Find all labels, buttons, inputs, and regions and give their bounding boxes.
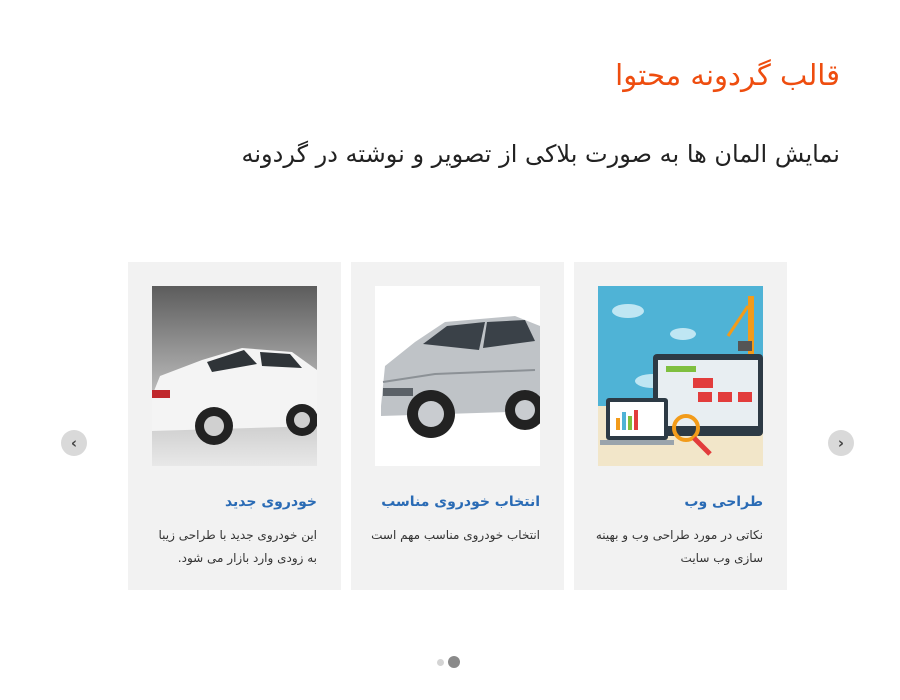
card-description: انتخاب خودروی مناسب مهم است bbox=[371, 528, 540, 542]
card-description: این خودروی جدید با طراحی زیبا به زودی وا… bbox=[158, 528, 317, 565]
web-design-image[interactable] bbox=[598, 286, 763, 466]
chevron-right-icon: › bbox=[837, 434, 845, 452]
card-title[interactable]: انتخاب خودروی مناسب bbox=[381, 494, 540, 510]
white-sedan-image[interactable] bbox=[152, 286, 317, 466]
content-carousel: طراحی وب نکاتی در مورد طراحی وب و بهینه … bbox=[128, 262, 788, 590]
carousel-card-web-design[interactable]: طراحی وب نکاتی در مورد طراحی وب و بهینه … bbox=[574, 262, 787, 590]
page-subtitle: نمایش المان ها به صورت بلاکی از تصویر و … bbox=[241, 140, 841, 168]
carousel-card-choose-car[interactable]: انتخاب خودروی مناسب انتخاب خودروی مناسب … bbox=[351, 262, 564, 590]
chevron-left-icon: ‹ bbox=[70, 434, 78, 452]
card-title[interactable]: طراحی وب bbox=[684, 494, 763, 510]
card-description: نکاتی در مورد طراحی وب و بهینه سازی وب س… bbox=[595, 528, 763, 565]
carousel-next-button[interactable]: › bbox=[828, 430, 854, 456]
carousel-pagination bbox=[437, 656, 460, 668]
silver-suv-image[interactable] bbox=[375, 286, 540, 466]
carousel-card-new-car[interactable]: خودروی جدید این خودروی جدید با طراحی زیب… bbox=[128, 262, 341, 590]
carousel-prev-button[interactable]: ‹ bbox=[61, 430, 87, 456]
pagination-dot[interactable] bbox=[437, 658, 444, 666]
pagination-dot-active[interactable] bbox=[448, 656, 460, 668]
page-title: قالب گردونه محتوا bbox=[615, 58, 840, 92]
card-title[interactable]: خودروی جدید bbox=[225, 494, 317, 510]
